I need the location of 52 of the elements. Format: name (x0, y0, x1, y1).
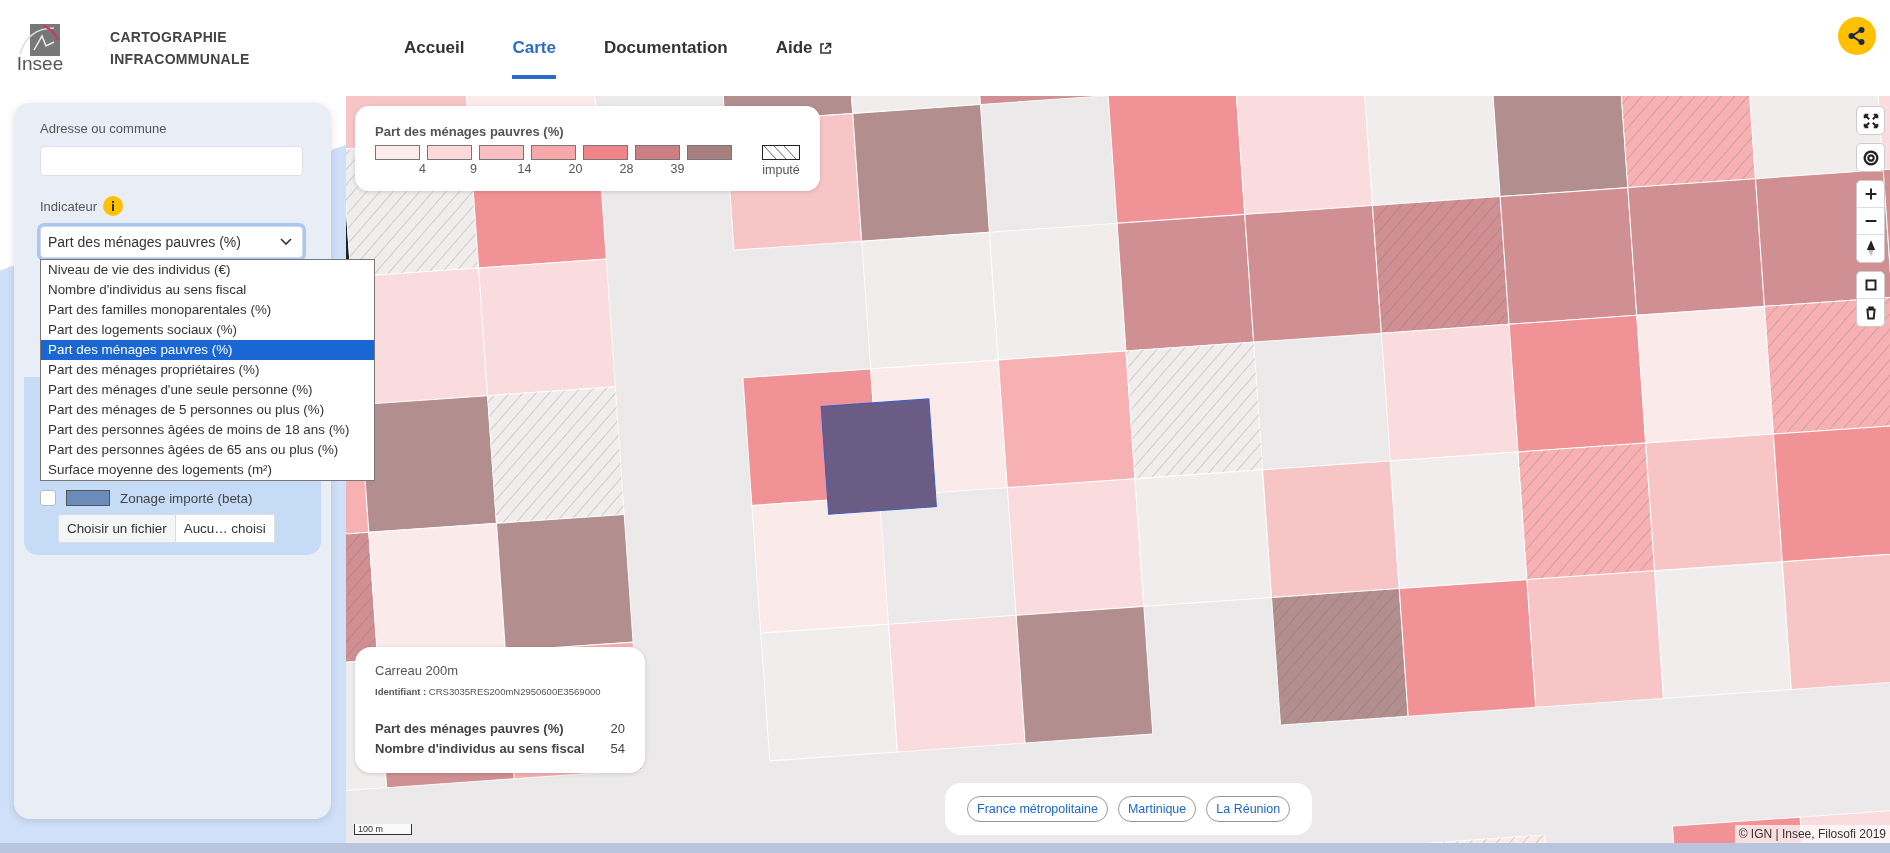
target-icon (1861, 148, 1880, 167)
dropdown-option[interactable]: Part des personnes âgées de 65 ans ou plus (%) (41, 440, 374, 460)
scale-bar: 100 m (354, 824, 412, 835)
identifier-text: Identifiant : CRS3035RES200mN2950600E3569000 (375, 686, 602, 697)
dropdown-option[interactable]: Nombre d'individus au sens fiscal (41, 280, 374, 300)
dropdown-option[interactable]: Surface moyenne des logements (m²) (41, 460, 374, 480)
dropdown-option[interactable]: Part des personnes âgées de moins de 18 ans (%) (41, 420, 374, 440)
territory-button[interactable]: France métropolitaine (967, 796, 1108, 822)
app-title: CARTOGRAPHIE INFRACOMMUNALE (110, 28, 251, 69)
dropdown-option[interactable]: Part des ménages propriétaires (%) (41, 360, 374, 380)
layer-checkbox[interactable] (40, 490, 56, 506)
external-link-icon (818, 41, 832, 55)
indicator-dropdown[interactable]: Part des ménages pauvres (%) (40, 226, 303, 258)
indicator-label: Indicateur (40, 198, 98, 214)
info-label: Nombre d'individus au sens fiscal (375, 740, 585, 758)
dropdown-option[interactable]: Part des logements sociaux (%) (41, 320, 374, 340)
legend-break-label: 28 (618, 162, 635, 176)
dropdown-option[interactable]: Part des ménages de 5 personnes ou plus (%) (41, 400, 374, 420)
territory-button[interactable]: La Réunion (1206, 796, 1291, 822)
file-status: Aucu… choisi (175, 514, 275, 543)
share-icon (1847, 26, 1867, 46)
nav-tab[interactable]: Aide (751, 0, 856, 96)
legend-break-label: 4 (418, 162, 427, 176)
legend-break-label: 9 (469, 162, 478, 176)
legend-break-label: 20 (567, 162, 584, 176)
choose-file-button[interactable]: Choisir un fichier (58, 514, 176, 543)
chevron-icon (280, 238, 292, 246)
legend-break-label: 39 (669, 162, 686, 176)
dropdown-option[interactable]: Niveau de vie des individus (€) (41, 260, 374, 280)
info-icon[interactable] (103, 196, 124, 216)
layer-label: Zonage importé (beta) (120, 490, 253, 506)
dropdown-option[interactable]: Part des ménages d'une seule personne (%) (41, 380, 374, 400)
info-value: 54 (610, 740, 625, 758)
info-value: 20 (610, 720, 625, 738)
nav-tab[interactable]: Accueil (380, 0, 489, 96)
legend-break-label: 14 (516, 162, 533, 176)
logo-text: Insee (16, 53, 64, 73)
territory-button[interactable]: Martinique (1117, 796, 1197, 822)
hatched-swatch (762, 145, 800, 160)
dropdown-option[interactable]: Part des ménages pauvres (%) (41, 340, 374, 360)
dropdown-option[interactable]: Part des familles monoparentales (%) (41, 300, 374, 320)
legend-title: Part des ménages pauvres (%) (375, 124, 565, 139)
address-label: Adresse ou commune (40, 121, 168, 136)
info-label: Part des ménages pauvres (%) (375, 720, 564, 738)
address-field[interactable] (40, 146, 303, 176)
attribution-text: © IGN | Insee, Filosofi 2019 (1734, 825, 1890, 843)
info-title: Carreau 200m (375, 663, 460, 678)
nav-tab[interactable]: Carte (488, 0, 580, 96)
fullscreen-icon (1861, 111, 1880, 130)
nav-tab[interactable]: Documentation (579, 0, 752, 96)
share-button[interactable] (1838, 17, 1876, 55)
imputed-label: imputé (762, 163, 800, 177)
